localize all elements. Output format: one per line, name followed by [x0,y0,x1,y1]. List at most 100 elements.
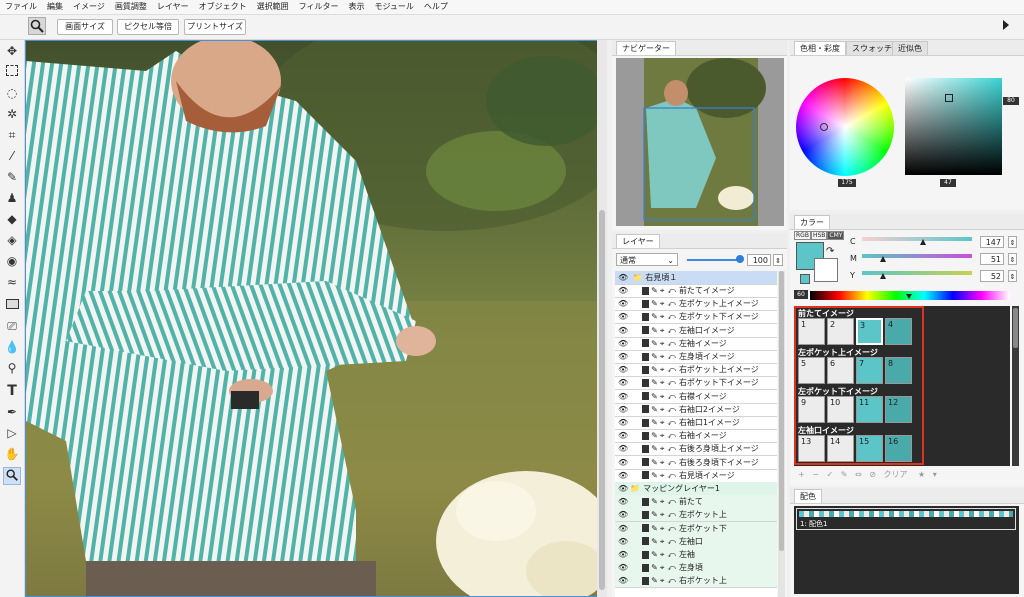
y-value-field[interactable]: 52 [980,270,1004,282]
swap-colors-icon[interactable]: ↷ [826,246,834,257]
mapping-cell[interactable]: 9 [798,396,825,423]
layer-row[interactable]: 👁 ✎ ⌖ ⤺ 左袖口イメージ [615,324,777,338]
y-slider-handle[interactable] [880,273,886,279]
background-color-swatch[interactable] [814,258,838,282]
brush-lock-icon[interactable]: ✎ [651,326,658,335]
menu-object[interactable]: オブジェクト [194,0,252,14]
m-slider[interactable] [862,254,972,258]
eye-icon[interactable]: 👁 [618,418,628,427]
zoom-tool-icon[interactable] [28,17,46,35]
eye-icon[interactable]: 👁 [618,576,628,585]
scrollbar-thumb[interactable] [599,210,605,590]
pen-tool-icon[interactable]: ✒ [3,403,21,421]
mapping-cell[interactable]: 6 [827,357,854,384]
layer-row[interactable]: 👁 ✎ ⌖ ⤺ 右ポケット下イメージ [615,376,777,391]
eye-icon[interactable]: 👁 [618,563,628,572]
chain-icon[interactable]: ⌖ [660,431,665,440]
remove-icon[interactable]: − [812,470,819,479]
brush-lock-icon[interactable]: ✎ [651,405,658,414]
mapping-cell[interactable]: 10 [827,396,854,423]
mapping-scrollbar[interactable] [1012,306,1019,466]
layer-row[interactable]: 👁 ✎ ⌖ ⤺ 右袖口1イメージ [615,416,777,430]
menu-layer[interactable]: レイヤー [152,0,194,14]
brush-lock-icon[interactable]: ✎ [651,497,658,506]
brush-lock-icon[interactable]: ✎ [651,576,658,585]
chain-icon[interactable]: ⌖ [660,524,665,533]
opacity-stepper-icon[interactable]: ⇕ [773,254,783,266]
mapping-cell[interactable]: 1 [798,318,825,345]
eye-icon[interactable]: 👁 [618,537,628,546]
stamp-tool-icon[interactable]: ♟ [3,189,21,207]
m-slider-handle[interactable] [880,256,886,262]
c-slider-handle[interactable] [920,239,926,245]
layer-row[interactable]: 👁 ✎ ⌖ ⤺ 左ポケット上イメージ [615,297,777,312]
mapping-cell[interactable]: 8 [885,357,912,384]
tab-approx-color[interactable]: 近似色 [892,41,928,55]
eyedropper-icon[interactable]: ⁄ [3,147,21,165]
chain-icon[interactable]: ⌖ [660,312,665,321]
layer-row[interactable]: 👁 ✎ ⌖ ⤺ 左袖イメージ [615,337,777,351]
chain-icon[interactable]: ⌖ [660,339,665,348]
chain-icon[interactable]: ⌖ [660,365,665,374]
brush-lock-icon[interactable]: ✎ [651,431,658,440]
chain-icon[interactable]: ⌖ [660,471,665,480]
chain-icon[interactable]: ⌖ [660,550,665,559]
smudge-tool-icon[interactable]: ⚲ [3,359,21,377]
opacity-slider-handle[interactable] [736,255,744,263]
saturation-value-square[interactable] [905,78,1002,175]
menu-view[interactable]: 表示 [343,0,369,14]
menu-image[interactable]: イメージ [68,0,110,14]
layer-row[interactable]: 👁 ✎ ⌖ ⤺ 右後ろ身頃上イメージ [615,442,777,457]
menu-arrow-icon[interactable]: ▾ [933,470,937,479]
chain-icon[interactable]: ⌖ [660,418,665,427]
mapping-cell[interactable]: 16 [885,435,912,462]
blend-mode-select[interactable]: 通常 ⌄ [616,253,678,266]
text-tool-icon[interactable]: T [3,382,21,400]
crop-tool-icon[interactable]: ⌗ [3,126,21,144]
brush-lock-icon[interactable]: ✎ [651,365,658,374]
mapping-cell[interactable]: 11 [856,396,883,423]
brush-lock-icon[interactable]: ✎ [651,444,658,453]
brush-lock-icon[interactable]: ✎ [651,537,658,546]
layer-row[interactable]: 👁 ✎ ⌖ ⤺ 左身頃 [615,561,777,576]
eye-icon[interactable]: 👁 [618,286,628,295]
y-stepper-icon[interactable]: ⇕ [1008,270,1017,282]
chain-icon[interactable]: ⌖ [660,510,665,519]
chain-icon[interactable]: ⌖ [660,392,665,401]
path-select-icon[interactable]: ▷ [3,424,21,442]
m-stepper-icon[interactable]: ⇕ [1008,253,1017,265]
c-stepper-icon[interactable]: ⇕ [1008,236,1017,248]
m-value-field[interactable]: 51 [980,253,1004,265]
brush-lock-icon[interactable]: ✎ [651,339,658,348]
mini-color-icon[interactable] [800,274,810,284]
chain-icon[interactable]: ⌖ [660,576,665,585]
layer-row[interactable]: 👁 ✎ ⌖ ⤺ 右ポケット上 [615,574,777,589]
fit-screen-button[interactable]: 画面サイズ [57,19,113,35]
layer-row[interactable]: 👁 ✎ ⌖ ⤺ 右ポケット上イメージ [615,363,777,378]
mapping-cell[interactable]: 5 [798,357,825,384]
opacity-slider[interactable] [687,259,742,261]
layer-folder-row[interactable]: 👁 📁 右見頃１ [615,271,777,285]
opacity-field[interactable]: 100 [747,254,771,266]
brush-tool-icon[interactable]: ✎ [3,168,21,186]
link-icon[interactable]: ⇔ [855,470,862,479]
chain-icon[interactable]: ⌖ [660,537,665,546]
chain-icon[interactable]: ⌖ [660,563,665,572]
eye-icon[interactable]: 👁 [618,378,628,387]
panel-toggle-arrow-icon[interactable] [1003,20,1009,30]
check-icon[interactable]: ✓ [827,470,834,479]
eye-icon[interactable]: 👁 [618,524,628,533]
mode-rgb[interactable]: RGB [794,231,811,240]
mode-cmy[interactable]: CMY [827,231,845,240]
shape-tool-icon[interactable] [3,296,21,314]
brush-lock-icon[interactable]: ✎ [651,312,658,321]
eye-icon[interactable]: 👁 [618,484,628,493]
tab-swatches[interactable]: スウォッチ [846,41,898,55]
brush-lock-icon[interactable]: ✎ [651,286,658,295]
eye-icon[interactable]: 👁 [618,510,628,519]
layer-row[interactable]: 👁 ✎ ⌖ ⤺ 左袖口 [615,534,777,549]
print-size-button[interactable]: プリントサイズ [184,19,246,35]
eye-icon[interactable]: 👁 [618,444,628,453]
layer-row[interactable]: 👁 ✎ ⌖ ⤺ 右見頃イメージ [615,469,777,483]
tab-color[interactable]: カラー [794,215,830,229]
